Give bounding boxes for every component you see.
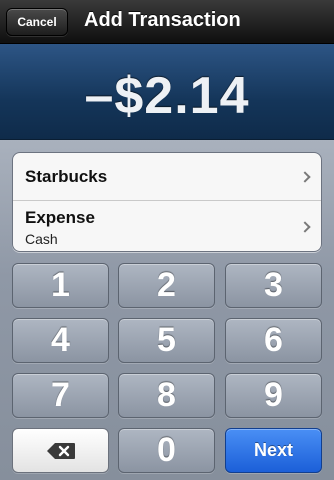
payee-row[interactable]: Starbucks (13, 153, 321, 201)
key-5[interactable]: 5 (118, 318, 215, 363)
amount-display-panel: –$2.14 (0, 44, 334, 140)
key-6[interactable]: 6 (225, 318, 322, 363)
navigation-bar: Cancel Add Transaction (0, 0, 334, 44)
cancel-button[interactable]: Cancel (6, 8, 68, 36)
chevron-right-icon (299, 221, 311, 233)
backspace-icon (46, 442, 75, 459)
key-0[interactable]: 0 (118, 428, 215, 473)
amount-value: –$2.14 (84, 67, 250, 125)
category-row[interactable]: Expense Cash (13, 201, 321, 251)
page-title: Add Transaction (84, 9, 241, 31)
backspace-button[interactable] (12, 428, 109, 473)
key-8[interactable]: 8 (118, 373, 215, 418)
category-label: Expense (25, 208, 95, 227)
key-4[interactable]: 4 (12, 318, 109, 363)
key-9[interactable]: 9 (225, 373, 322, 418)
key-2[interactable]: 2 (118, 263, 215, 308)
transaction-details-card: Starbucks Expense Cash (12, 152, 322, 252)
next-button[interactable]: Next (225, 428, 322, 473)
account-label: Cash (25, 231, 58, 247)
chevron-right-icon (299, 171, 311, 183)
key-7[interactable]: 7 (12, 373, 109, 418)
key-1[interactable]: 1 (12, 263, 109, 308)
key-3[interactable]: 3 (225, 263, 322, 308)
payee-label: Starbucks (25, 167, 108, 186)
